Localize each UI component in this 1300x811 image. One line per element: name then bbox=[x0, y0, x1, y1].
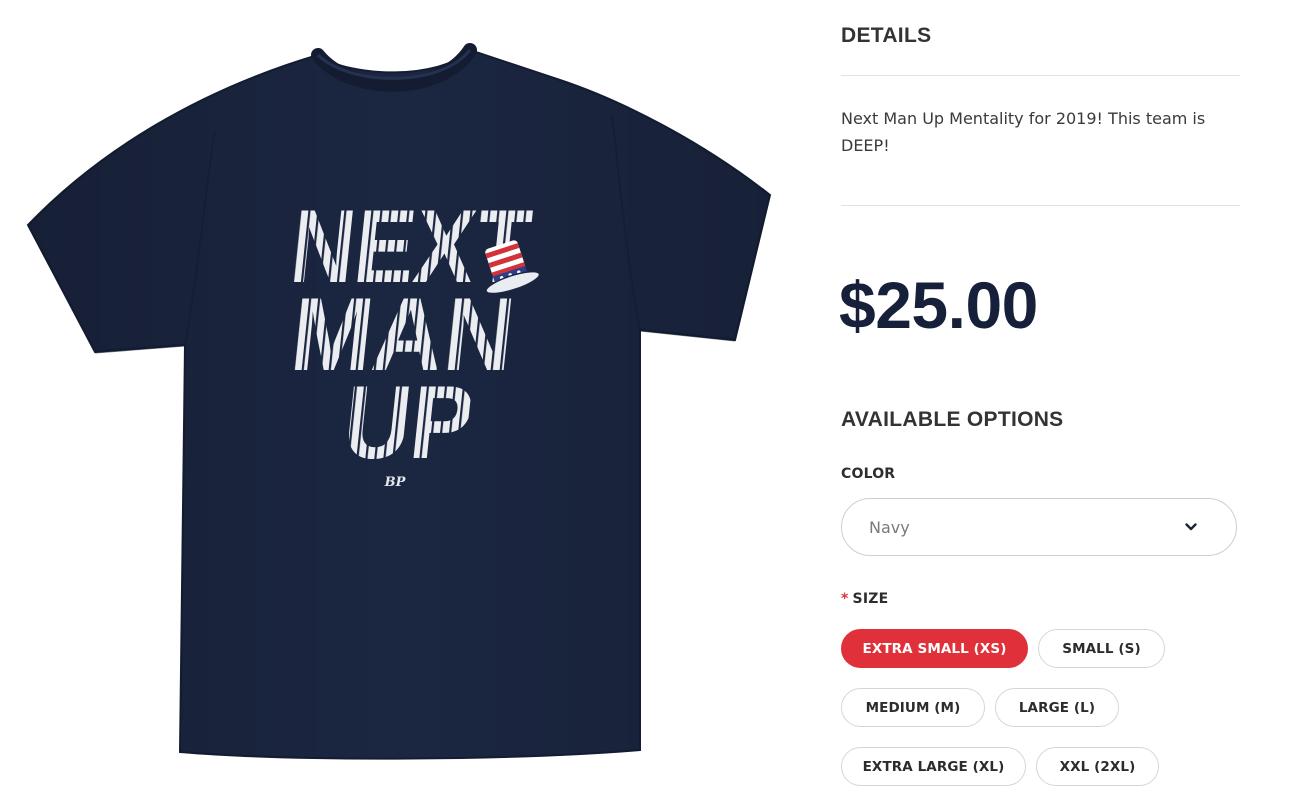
size-option-xs[interactable]: EXTRA SMALL (XS) bbox=[841, 629, 1028, 668]
details-heading: DETAILS bbox=[841, 24, 932, 47]
shirt-text-line-3: UP bbox=[338, 365, 478, 481]
color-select-value: Navy bbox=[869, 518, 910, 537]
color-select[interactable]: Navy bbox=[841, 498, 1237, 556]
size-option-m[interactable]: MEDIUM (M) bbox=[841, 688, 985, 727]
product-description: Next Man Up Mentality for 2019! This tea… bbox=[841, 109, 1206, 155]
required-marker: * bbox=[841, 591, 849, 607]
shirt-logo: BP bbox=[384, 475, 407, 490]
product-price: $25.00 bbox=[839, 268, 1038, 342]
tshirt-illustration: NEXT MAN UP BP bbox=[26, 43, 772, 760]
size-label: * SIZE bbox=[841, 591, 888, 607]
size-option-2xl[interactable]: XXL (2XL) bbox=[1036, 747, 1159, 786]
color-label: COLOR bbox=[841, 466, 896, 482]
available-options-heading: AVAILABLE OPTIONS bbox=[841, 408, 1064, 431]
product-page: NEXT MAN UP BP DETAILS Next Man Up Menta… bbox=[0, 0, 1300, 811]
size-option-l[interactable]: LARGE (L) bbox=[995, 688, 1119, 727]
chevron-down-icon bbox=[1185, 523, 1197, 531]
size-option-xl[interactable]: EXTRA LARGE (XL) bbox=[841, 747, 1026, 786]
divider bbox=[841, 205, 1240, 206]
size-option-s[interactable]: SMALL (S) bbox=[1038, 629, 1165, 668]
size-label-text: SIZE bbox=[852, 591, 889, 607]
divider bbox=[841, 75, 1240, 76]
product-image: NEXT MAN UP BP bbox=[0, 0, 800, 811]
